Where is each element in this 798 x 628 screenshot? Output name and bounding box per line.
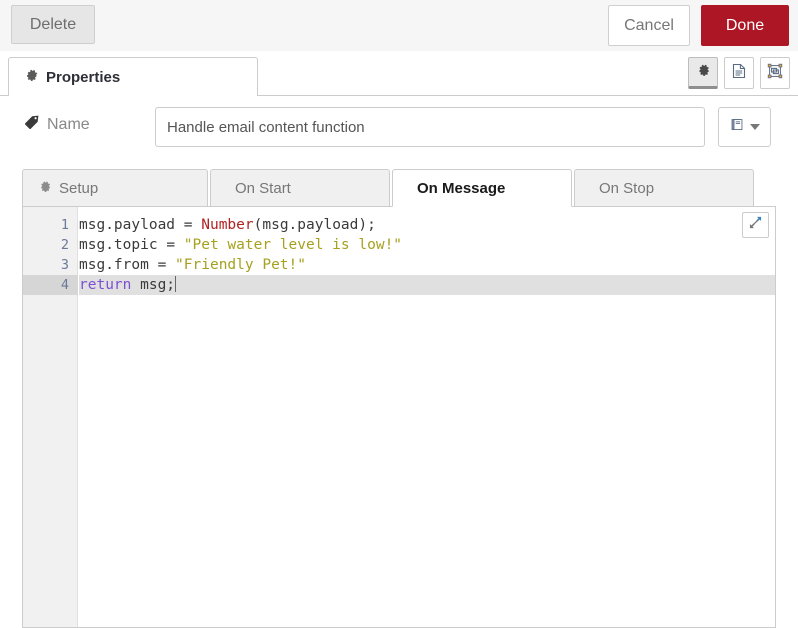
tag-icon — [24, 114, 40, 135]
code-token: msg.topic — [79, 237, 167, 253]
subtab-on-message-label: On Message — [417, 179, 506, 197]
done-button[interactable]: Done — [701, 5, 789, 46]
gear-icon — [38, 179, 52, 197]
subtab-setup[interactable]: Setup — [22, 169, 208, 207]
chevron-down-icon — [750, 124, 760, 130]
appearance-icon — [767, 63, 783, 84]
code-token: "Friendly Pet!" — [175, 257, 306, 273]
description-icon — [732, 63, 746, 84]
line-number: 3 — [60, 257, 69, 273]
function-subtab-strip: Setup On Start On Message On Stop — [22, 169, 776, 207]
code-token: Number — [201, 217, 254, 233]
name-label: Name — [24, 114, 90, 135]
code-token: = — [166, 237, 184, 253]
description-icon-button[interactable] — [724, 57, 754, 89]
function-node-edit-dialog: Delete Cancel Done Properties Name Handl… — [0, 0, 798, 628]
properties-icon-button[interactable] — [688, 57, 718, 89]
code-token: = — [157, 257, 176, 273]
appearance-icon-button[interactable] — [760, 57, 790, 89]
text-cursor — [175, 276, 177, 292]
book-icon — [729, 117, 746, 138]
editor-code-area[interactable]: msg.payload = Number(msg.payload); msg.to… — [79, 207, 775, 627]
editor-gutter: 1 2 3 4 — [23, 207, 78, 627]
line-number: 4 — [23, 275, 78, 295]
name-label-text: Name — [47, 115, 90, 133]
code-line[interactable]: msg.topic = "Pet water level is low!" — [79, 235, 775, 255]
code-token: msg.payload — [79, 217, 184, 233]
subtab-setup-label: Setup — [59, 179, 99, 197]
gear-icon — [696, 62, 711, 82]
delete-button[interactable]: Delete — [11, 5, 95, 44]
code-token: msg.from — [79, 257, 158, 273]
header-icon-group — [688, 57, 790, 89]
line-number: 1 — [60, 217, 69, 233]
name-type-dropdown-button[interactable] — [718, 107, 771, 147]
dialog-action-bar: Delete Cancel Done — [0, 0, 798, 51]
subtab-on-stop[interactable]: On Stop — [574, 169, 754, 207]
name-input[interactable] — [155, 107, 705, 147]
code-editor[interactable]: 1234 msg.payload = Number(msg.payload); m… — [22, 206, 776, 628]
code-token: "Pet water level is low!" — [183, 237, 403, 253]
tab-properties-label: Properties — [46, 68, 121, 86]
expand-editor-button[interactable] — [742, 212, 769, 238]
line-number: 2 — [60, 237, 69, 253]
tab-properties[interactable]: Properties — [8, 57, 258, 96]
code-line[interactable]: msg.payload = Number(msg.payload); — [79, 215, 775, 235]
cancel-button[interactable]: Cancel — [608, 5, 690, 46]
gear-icon — [25, 68, 39, 87]
code-token: msg; — [131, 277, 176, 293]
code-token: (msg.payload); — [253, 217, 376, 233]
subtab-on-message[interactable]: On Message — [392, 169, 572, 207]
code-token: = — [183, 217, 202, 233]
editor-code-lines[interactable]: msg.payload = Number(msg.payload); msg.to… — [79, 215, 775, 295]
name-row: Name — [0, 104, 798, 150]
subtab-on-start-label: On Start — [235, 179, 291, 197]
code-line[interactable]: msg.from = "Friendly Pet!" — [79, 255, 775, 275]
expand-icon — [749, 216, 762, 234]
subtab-on-stop-label: On Stop — [599, 179, 655, 197]
subtab-on-start[interactable]: On Start — [210, 169, 390, 207]
editor-line-numbers: 1 2 3 4 — [23, 215, 78, 295]
dialog-tab-strip: Properties — [0, 51, 798, 96]
code-line[interactable]: return msg; — [79, 275, 775, 295]
code-token: return — [79, 277, 132, 293]
